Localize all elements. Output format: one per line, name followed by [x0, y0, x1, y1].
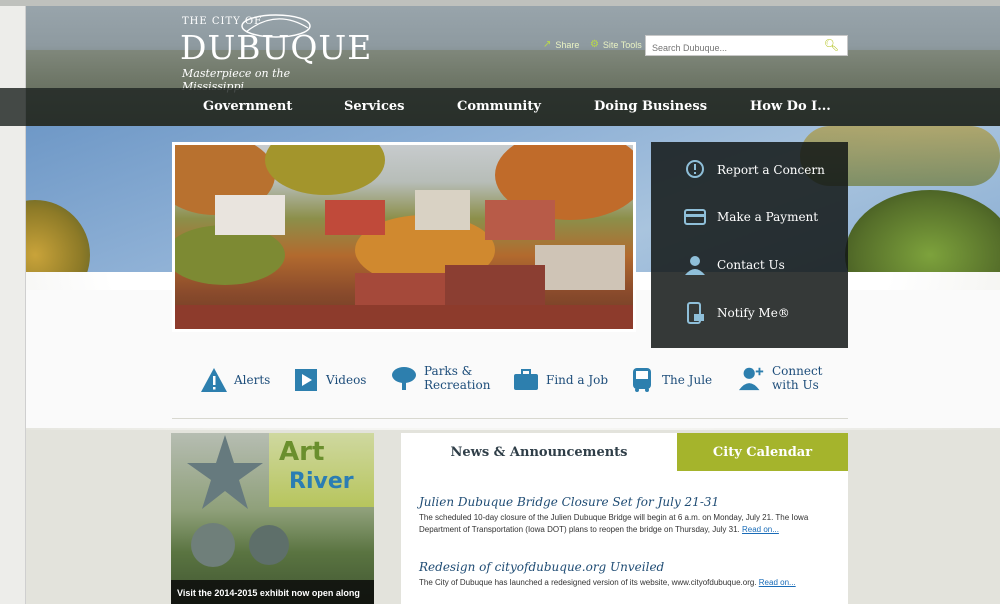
- briefcase-icon: [512, 366, 540, 394]
- house-shape: [215, 195, 285, 235]
- contact-icon: [683, 253, 707, 277]
- art-on-the-river-feature[interactable]: Art River Visit the 2014-2015 exhibit no…: [171, 433, 374, 604]
- connect-label: Connect with Us: [772, 364, 823, 392]
- article-title[interactable]: Julien Dubuque Bridge Closure Set for Ju…: [419, 495, 839, 509]
- site-tools-label: Site Tools: [602, 39, 642, 50]
- report-concern-label: Report a Concern: [717, 163, 825, 177]
- gear-icon: ⚙: [589, 39, 599, 50]
- art-river-logo-box: Art River: [269, 433, 374, 507]
- page-frame-top: [0, 0, 1000, 6]
- report-concern-link[interactable]: Report a Concern: [683, 158, 825, 182]
- connect-label-line1: Connect: [772, 364, 823, 378]
- icon-link-row: Alerts Videos Parks & Recreation Find a J…: [0, 364, 1000, 400]
- sculpture-wheel: [191, 523, 235, 567]
- article-body: The City of Dubuque has launched a redes…: [419, 577, 839, 589]
- notify-me-link[interactable]: Notify Me®: [683, 301, 790, 325]
- nav-government[interactable]: Government: [203, 99, 292, 114]
- house-shape: [485, 200, 555, 240]
- article-body-text: The City of Dubuque has launched a redes…: [419, 578, 757, 587]
- logo-city-name: DUBUQUE: [180, 28, 373, 67]
- find-job-label: Find a Job: [546, 373, 609, 387]
- city-logo[interactable]: THE CITY OF DUBUQUE Masterpiece on the M…: [180, 12, 371, 93]
- find-job-link[interactable]: Find a Job: [512, 366, 608, 394]
- quick-links-panel: Report a Concern Make a Payment Contact …: [651, 142, 848, 348]
- contact-us-link[interactable]: Contact Us: [683, 253, 785, 277]
- art-river-logo-line2: River: [289, 469, 354, 494]
- tree-icon: [390, 364, 418, 392]
- search-box: 🔍︎: [645, 35, 848, 58]
- news-panel: News & Announcements City Calendar Julie…: [401, 433, 848, 604]
- share-label: Share: [555, 39, 580, 50]
- parks-label-line2: Recreation: [424, 378, 491, 392]
- article-body: The scheduled 10-day closure of the Juli…: [419, 512, 839, 536]
- the-jule-label: The Jule: [662, 373, 713, 387]
- main-nav: Government Services Community Doing Busi…: [0, 88, 1000, 126]
- tab-city-calendar[interactable]: City Calendar: [677, 433, 848, 471]
- alert-bubble-icon: [683, 158, 707, 182]
- tab-news-announcements[interactable]: News & Announcements: [401, 433, 677, 471]
- feature-caption: Visit the 2014-2015 exhibit now open alo…: [171, 580, 374, 604]
- share-icon: ↗: [543, 39, 552, 50]
- section-divider: [172, 418, 848, 419]
- add-user-icon: [738, 364, 766, 392]
- news-article: Julien Dubuque Bridge Closure Set for Ju…: [419, 495, 839, 536]
- videos-label: Videos: [326, 373, 367, 387]
- foliage-shape: [265, 145, 385, 195]
- nav-services[interactable]: Services: [344, 99, 405, 114]
- art-river-logo-line1: Art: [279, 437, 325, 467]
- videos-link[interactable]: Videos: [292, 366, 366, 394]
- parks-recreation-link[interactable]: Parks & Recreation: [390, 364, 490, 392]
- make-payment-label: Make a Payment: [717, 210, 819, 224]
- hero-image[interactable]: [172, 142, 636, 332]
- nav-community[interactable]: Community: [457, 99, 541, 114]
- notify-me-label: Notify Me®: [717, 306, 790, 320]
- article-title[interactable]: Redesign of cityofdubuque.org Unveiled: [419, 560, 839, 574]
- alerts-label: Alerts: [234, 373, 271, 387]
- make-payment-link[interactable]: Make a Payment: [683, 205, 818, 229]
- payment-card-icon: [683, 205, 707, 229]
- parks-label-line1: Parks &: [424, 364, 473, 378]
- site-tools-button[interactable]: ⚙ Site Tools: [590, 39, 642, 50]
- header-tools: ↗ Share ⚙ Site Tools: [543, 39, 650, 50]
- connect-label-line2: with Us: [772, 378, 819, 392]
- share-button[interactable]: ↗ Share: [543, 39, 579, 50]
- parks-recreation-label: Parks & Recreation: [424, 364, 490, 392]
- contact-us-label: Contact Us: [717, 258, 785, 272]
- logo-the-city-of: THE CITY OF: [182, 16, 263, 27]
- alerts-link[interactable]: Alerts: [200, 366, 270, 394]
- house-shape: [415, 190, 470, 230]
- sculpture-wheel: [249, 525, 289, 565]
- star-sculpture-icon: [187, 435, 263, 509]
- nav-doing-business[interactable]: Doing Business: [594, 99, 707, 114]
- house-shape: [535, 245, 625, 290]
- the-jule-link[interactable]: The Jule: [628, 366, 712, 394]
- warning-icon: [200, 366, 228, 394]
- bus-icon: [628, 366, 656, 394]
- news-article: Redesign of cityofdubuque.org Unveiled T…: [419, 560, 839, 589]
- play-icon: [292, 366, 320, 394]
- nav-how-do-i[interactable]: How Do I...: [750, 99, 831, 114]
- read-on-link[interactable]: Read on...: [759, 578, 796, 587]
- town-strip: [175, 305, 633, 329]
- notify-phone-icon: [683, 301, 707, 325]
- search-icon[interactable]: 🔍︎: [824, 38, 839, 52]
- read-on-link[interactable]: Read on...: [742, 525, 779, 534]
- search-input[interactable]: [646, 38, 822, 58]
- house-shape: [325, 200, 385, 235]
- connect-link[interactable]: Connect with Us: [738, 364, 823, 392]
